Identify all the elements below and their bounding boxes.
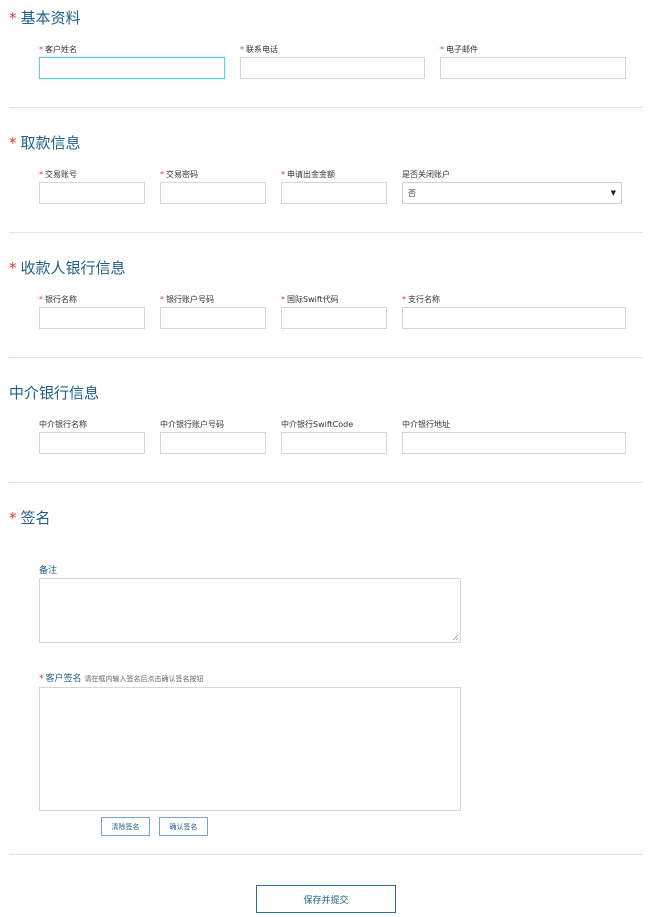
- label-close-account: 是否关闭账户: [402, 170, 450, 179]
- save-and-submit-button[interactable]: 保存并提交: [256, 885, 396, 913]
- label-bank-account-number: * 银行账户号码: [160, 295, 214, 304]
- signature-hint: 请在框内输入签名后点击确认签名按钮: [84, 675, 204, 683]
- label-customer-signature: * 客户签名 请在框内输入签名后点击确认签名按钮: [39, 674, 204, 684]
- trading-password-input[interactable]: [160, 182, 266, 204]
- intermediary-bank-name-input[interactable]: [39, 432, 145, 454]
- section-title-text: 收款人银行信息: [20, 259, 126, 277]
- label-customer-name: * 客户姓名: [39, 45, 77, 54]
- required-star: *: [9, 258, 17, 277]
- divider: [9, 357, 643, 358]
- divider: [9, 232, 643, 233]
- signature-pad[interactable]: [39, 687, 461, 811]
- withdraw-amount-input[interactable]: [281, 182, 387, 204]
- intermediary-swift-code-input[interactable]: [281, 432, 387, 454]
- section-title-text: 签名: [20, 509, 51, 527]
- section-title-payee-bank: * 收款人银行信息: [9, 257, 126, 278]
- bank-account-number-input[interactable]: [160, 307, 266, 329]
- section-title-text: 基本资料: [20, 9, 81, 27]
- label-remark: 备注: [39, 566, 58, 576]
- divider: [9, 854, 643, 855]
- email-input[interactable]: [440, 57, 626, 79]
- label-contact-phone: * 联系电话: [240, 45, 278, 54]
- section-title-basic: * 基本资料: [9, 7, 81, 28]
- label-intermediary-bank-name: 中介银行名称: [39, 420, 87, 429]
- section-title-intermediary-bank: 中介银行信息: [9, 382, 99, 403]
- required-star: *: [9, 8, 17, 27]
- label-intermediary-bank-address: 中介银行地址: [402, 420, 450, 429]
- swift-code-input[interactable]: [281, 307, 387, 329]
- intermediary-account-number-input[interactable]: [160, 432, 266, 454]
- label-branch-name: * 支行名称: [402, 295, 440, 304]
- confirm-signature-button[interactable]: 确认签名: [159, 817, 208, 836]
- customer-name-input[interactable]: [39, 57, 225, 79]
- label-trading-account: * 交易账号: [39, 170, 77, 179]
- close-account-select-value: 否: [408, 188, 416, 198]
- label-intermediary-swift-code: 中介银行SwiftCode: [281, 420, 354, 429]
- label-intermediary-account-number: 中介银行账户号码: [160, 420, 224, 429]
- divider: [9, 107, 643, 108]
- bank-name-input[interactable]: [39, 307, 145, 329]
- clear-signature-button[interactable]: 清除签名: [101, 817, 150, 836]
- label-withdraw-amount: * 申请出金金额: [281, 170, 335, 179]
- divider: [9, 482, 643, 483]
- close-account-select[interactable]: 否 ▼: [402, 182, 622, 204]
- required-star: *: [9, 133, 17, 152]
- label-email: * 电子邮件: [440, 45, 478, 54]
- intermediary-bank-address-input[interactable]: [402, 432, 626, 454]
- required-star: *: [9, 508, 17, 527]
- triangle-down-icon: ▼: [610, 189, 616, 197]
- section-title-withdraw: * 取款信息: [9, 132, 81, 153]
- section-title-text: 取款信息: [20, 134, 81, 152]
- contact-phone-input[interactable]: [240, 57, 425, 79]
- label-bank-name: * 银行名称: [39, 295, 77, 304]
- resize-grip-icon[interactable]: [452, 634, 458, 640]
- label-trading-password: * 交易密码: [160, 170, 198, 179]
- remark-textarea[interactable]: [39, 578, 461, 643]
- branch-name-input[interactable]: [402, 307, 626, 329]
- section-title-text: 中介银行信息: [9, 384, 100, 402]
- label-swift-code: * 国际Swift代码: [281, 295, 339, 304]
- trading-account-input[interactable]: [39, 182, 145, 204]
- section-title-signature: * 签名: [9, 507, 51, 528]
